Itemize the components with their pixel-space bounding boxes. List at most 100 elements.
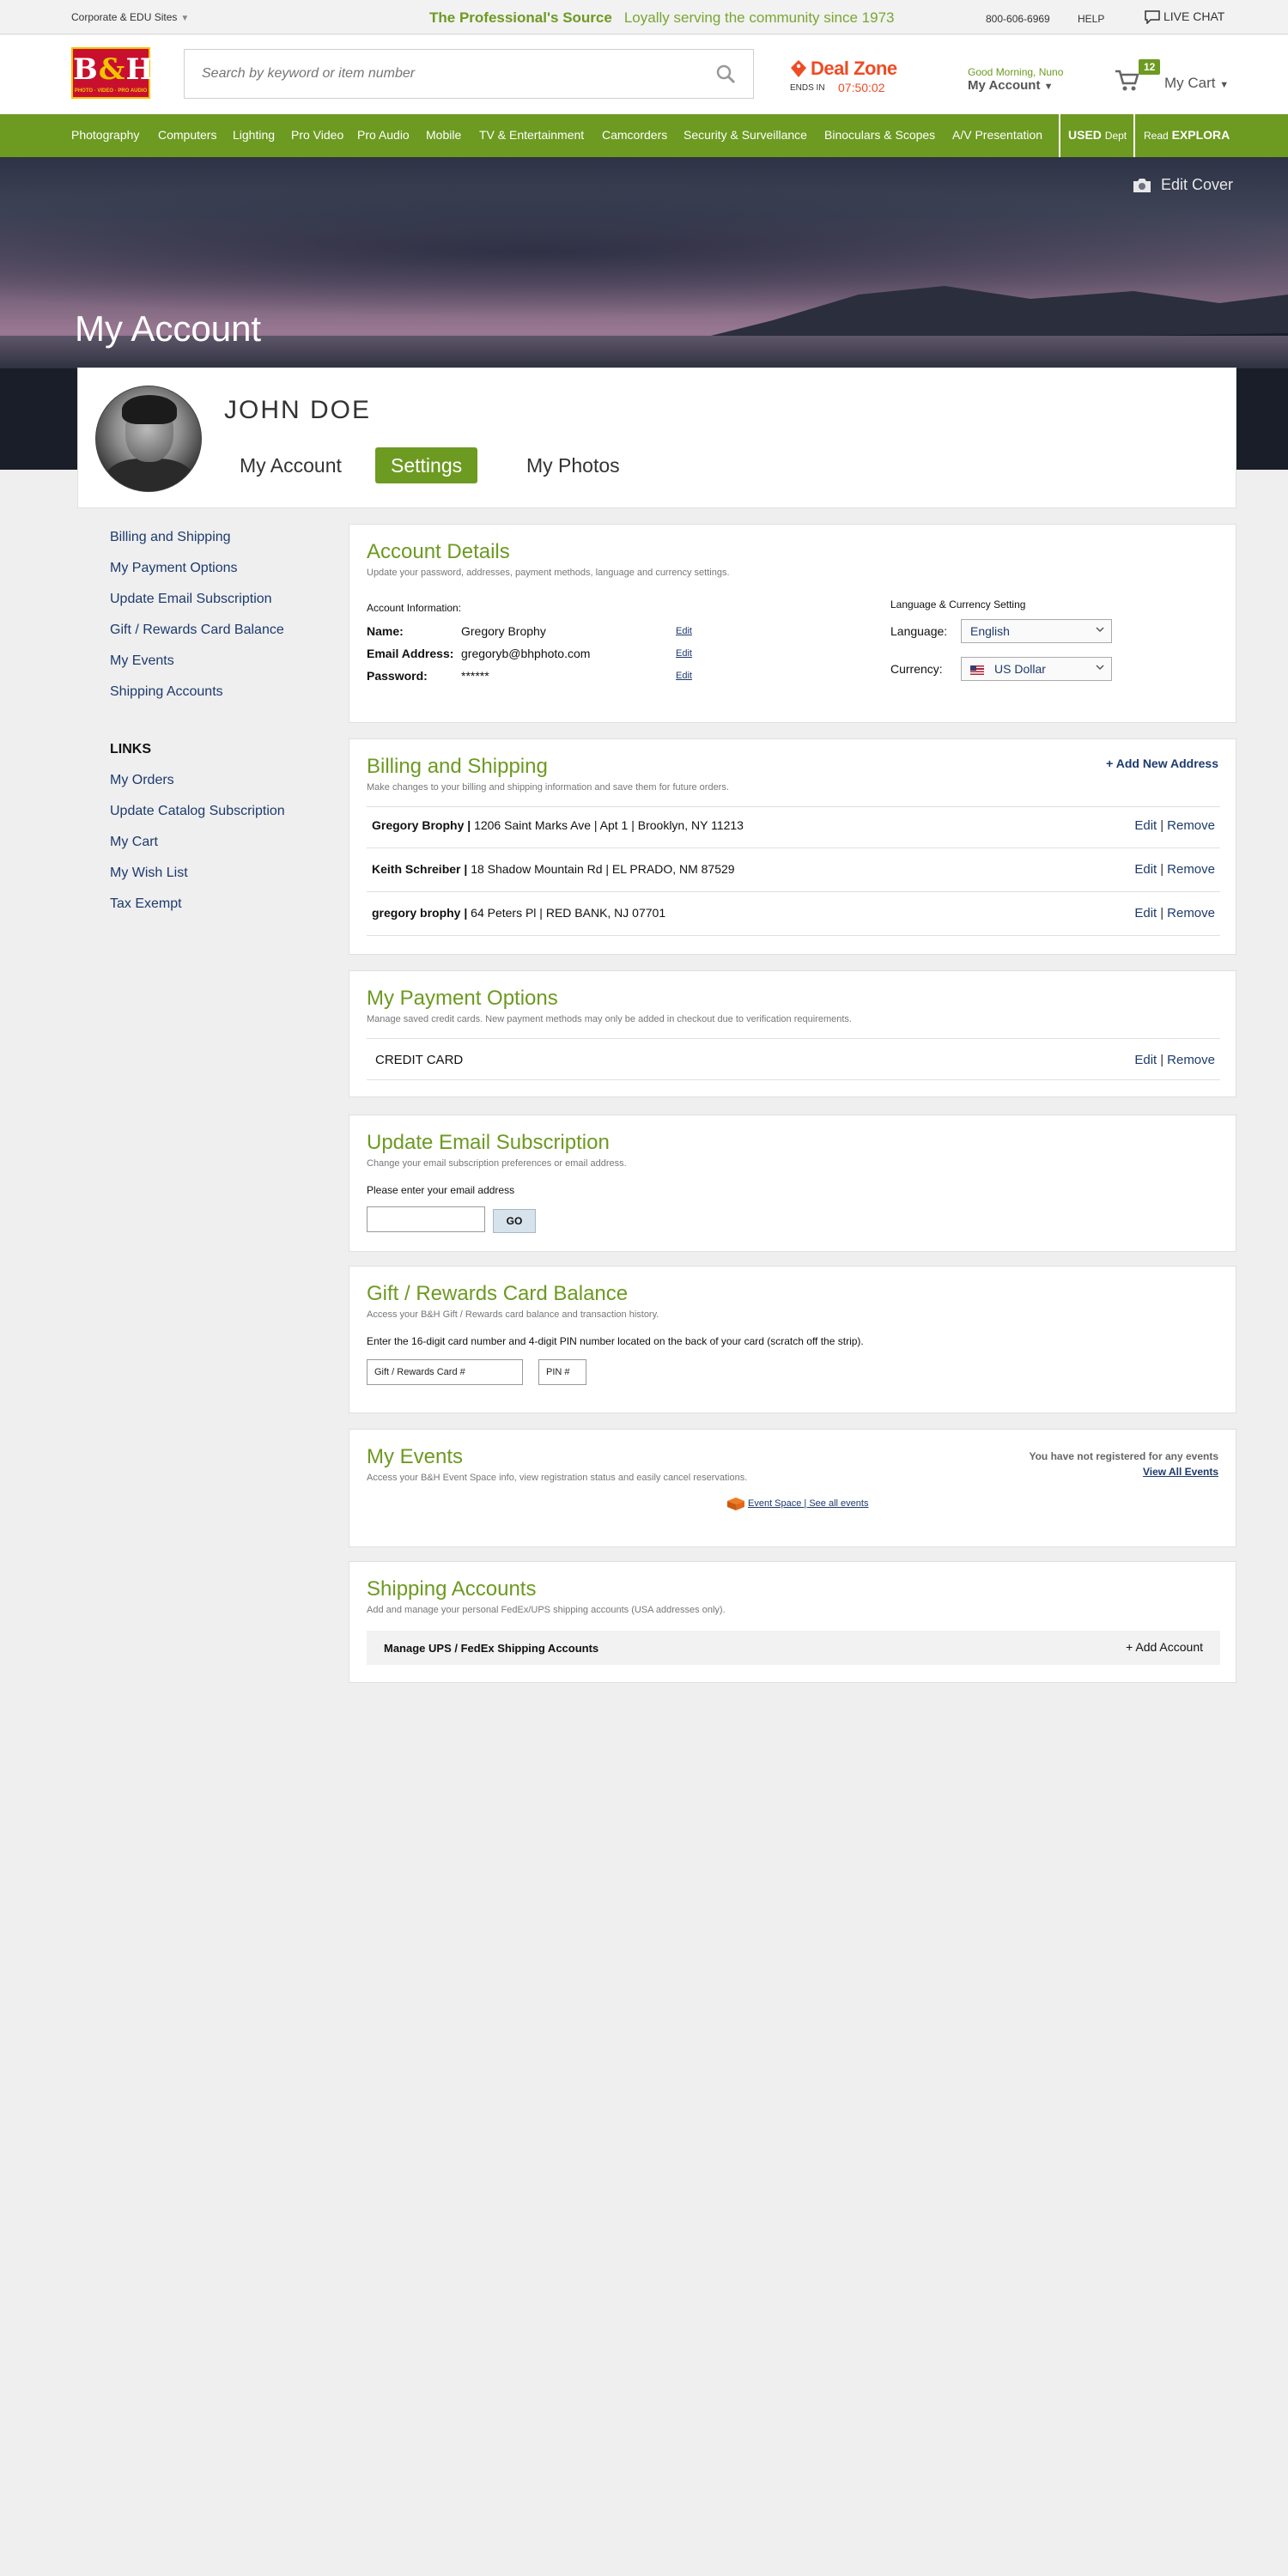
nav-binoculars-scopes[interactable]: Binoculars & Scopes [824,128,935,142]
view-all-events-link[interactable]: View All Events [1143,1466,1218,1478]
nav-separator [1059,114,1060,157]
my-account-menu[interactable]: Good Morning, Nuno My Account ▼ [968,66,1063,93]
chevron-down-icon [1096,627,1104,633]
sidebar-item-catalog-subscription[interactable]: Update Catalog Subscription [110,804,285,819]
nav-computers[interactable]: Computers [158,128,216,142]
nav-photography[interactable]: Photography [71,128,139,142]
gift-card-pin-input[interactable] [538,1359,586,1385]
nav-used-dept[interactable]: USED Dept [1068,128,1127,142]
nav-mobile[interactable]: Mobile [426,128,461,142]
nav-camcorders[interactable]: Camcorders [602,128,667,142]
tagline-bold: The Professional's Source [429,9,612,26]
edit-address-link[interactable]: Edit [1134,818,1157,833]
sidebar-item-my-events[interactable]: My Events [110,653,174,669]
nav-lighting[interactable]: Lighting [233,128,275,142]
address-name: Gregory Brophy | [372,818,471,832]
edit-password-link[interactable]: Edit [676,671,692,681]
add-account-button[interactable]: + Add Account [1126,1640,1203,1654]
tab-my-account[interactable]: My Account [224,447,357,483]
gift-card-description: Enter the 16-digit card number and 4-dig… [367,1335,864,1347]
account-info-label: Account Information: [367,602,462,614]
remove-card-link[interactable]: Remove [1167,1053,1215,1067]
payment-options-title: My Payment Options [367,987,558,1010]
nav-av-presentation[interactable]: A/V Presentation [952,128,1042,142]
deal-ends-label: ENDS IN [790,83,825,93]
nav-explora[interactable]: Read EXPLORA [1144,128,1230,142]
sidebar-item-shipping-accounts[interactable]: Shipping Accounts [110,684,223,700]
phone-number[interactable]: 800-606-6969 [986,13,1050,25]
gift-card-number-input[interactable] [367,1359,523,1385]
sidebar-item-my-orders[interactable]: My Orders [110,773,174,788]
my-cart-label: My Cart [1164,75,1216,91]
currency-select[interactable]: US Dollar [961,657,1112,681]
remove-address-link[interactable]: Remove [1167,862,1215,877]
divider [367,891,1220,892]
shipping-accounts-bar: Manage UPS / FedEx Shipping Accounts + A… [367,1631,1220,1665]
shopping-cart-icon [1115,70,1139,91]
sidebar-item-wish-list[interactable]: My Wish List [110,866,188,881]
nav-pro-video[interactable]: Pro Video [291,128,343,142]
deal-zone-link[interactable]: Deal Zone ENDS IN 07:50:02 [790,58,910,99]
remove-address-link[interactable]: Remove [1167,818,1215,833]
sidebar-item-my-cart[interactable]: My Cart [110,835,158,850]
edit-name-link[interactable]: Edit [676,626,692,636]
edit-address-link[interactable]: Edit [1134,906,1157,920]
sidebar-item-tax-exempt[interactable]: Tax Exempt [110,896,182,912]
corporate-sites-link[interactable]: Corporate & EDU Sites ▼ [71,11,189,23]
my-events-panel: My Events Access your B&H Event Space in… [349,1429,1236,1547]
avatar[interactable] [95,386,202,492]
my-events-title: My Events [367,1445,464,1468]
edit-address-link[interactable]: Edit [1134,862,1157,877]
event-space-link[interactable]: Event Space | See all events [726,1497,868,1510]
caret-down-icon: ▼ [180,14,190,23]
help-link[interactable]: HELP [1078,13,1104,25]
tagline: The Professional's Source Loyally serving… [429,9,895,27]
utility-bar: Corporate & EDU Sites ▼ The Professional'… [0,0,1288,34]
tab-my-photos[interactable]: My Photos [511,447,635,483]
sidebar-item-gift-card[interactable]: Gift / Rewards Card Balance [110,623,284,638]
currency-value: US Dollar [994,662,1046,676]
edit-card-link[interactable]: Edit [1134,1053,1157,1067]
sidebar-item-email-subscription[interactable]: Update Email Subscription [110,592,272,607]
payment-options-subtitle: Manage saved credit cards. New payment m… [367,1014,852,1024]
gift-card-title: Gift / Rewards Card Balance [367,1282,629,1305]
bh-logo[interactable]: B&H PHOTO · VIDEO · PRO AUDIO [71,47,154,99]
chat-bubble-icon [1145,10,1160,26]
search-input[interactable] [202,66,683,82]
cart-button[interactable]: 12 My Cart ▼ [1115,58,1235,100]
greeting-text: Good Morning, Nuno [968,66,1064,78]
nav-pro-audio[interactable]: Pro Audio [357,128,410,142]
address-text: 64 Peters Pl | RED BANK, NJ 07701 [471,906,666,920]
address-name: Keith Schreiber | [372,862,468,876]
language-select[interactable]: English [961,619,1112,643]
camera-icon [1133,179,1151,193]
page-title: My Account [75,308,262,349]
add-new-address-button[interactable]: + Add New Address [1106,756,1218,770]
caret-down-icon: ▼ [1219,80,1230,90]
billing-shipping-title: Billing and Shipping [367,755,548,778]
chevron-down-icon [1096,665,1104,671]
deal-timer: 07:50:02 [838,81,885,94]
email-subscription-panel: Update Email Subscription Change your em… [349,1115,1236,1252]
email-subscription-title: Update Email Subscription [367,1131,610,1154]
billing-shipping-panel: Billing and Shipping Make changes to you… [349,738,1236,955]
address-name: gregory brophy | [372,906,468,920]
tab-settings[interactable]: Settings [375,447,478,483]
sidebar-item-billing-shipping[interactable]: Billing and Shipping [110,530,231,545]
event-space-label: Event Space | See all events [748,1498,869,1509]
nav-tv-entertainment[interactable]: TV & Entertainment [479,128,584,142]
search-icon[interactable] [715,64,736,84]
manage-shipping-label: Manage UPS / FedEx Shipping Accounts [384,1642,599,1655]
tagline-rest: Loyally serving the community since 1973 [623,9,895,26]
edit-cover-button[interactable]: Edit Cover [1132,176,1233,194]
edit-email-link[interactable]: Edit [676,648,692,659]
nav-security-surveillance[interactable]: Security & Surveillance [683,128,807,142]
shipping-accounts-title: Shipping Accounts [367,1577,537,1601]
email-field[interactable] [367,1206,485,1232]
go-button[interactable]: GO [493,1209,536,1233]
shipping-accounts-panel: Shipping Accounts Add and manage your pe… [349,1561,1236,1683]
sidebar-item-payment-options[interactable]: My Payment Options [110,561,238,576]
caret-down-icon: ▼ [1043,82,1054,92]
live-chat-link[interactable]: LIVE CHAT [1145,9,1224,26]
remove-address-link[interactable]: Remove [1167,906,1215,920]
